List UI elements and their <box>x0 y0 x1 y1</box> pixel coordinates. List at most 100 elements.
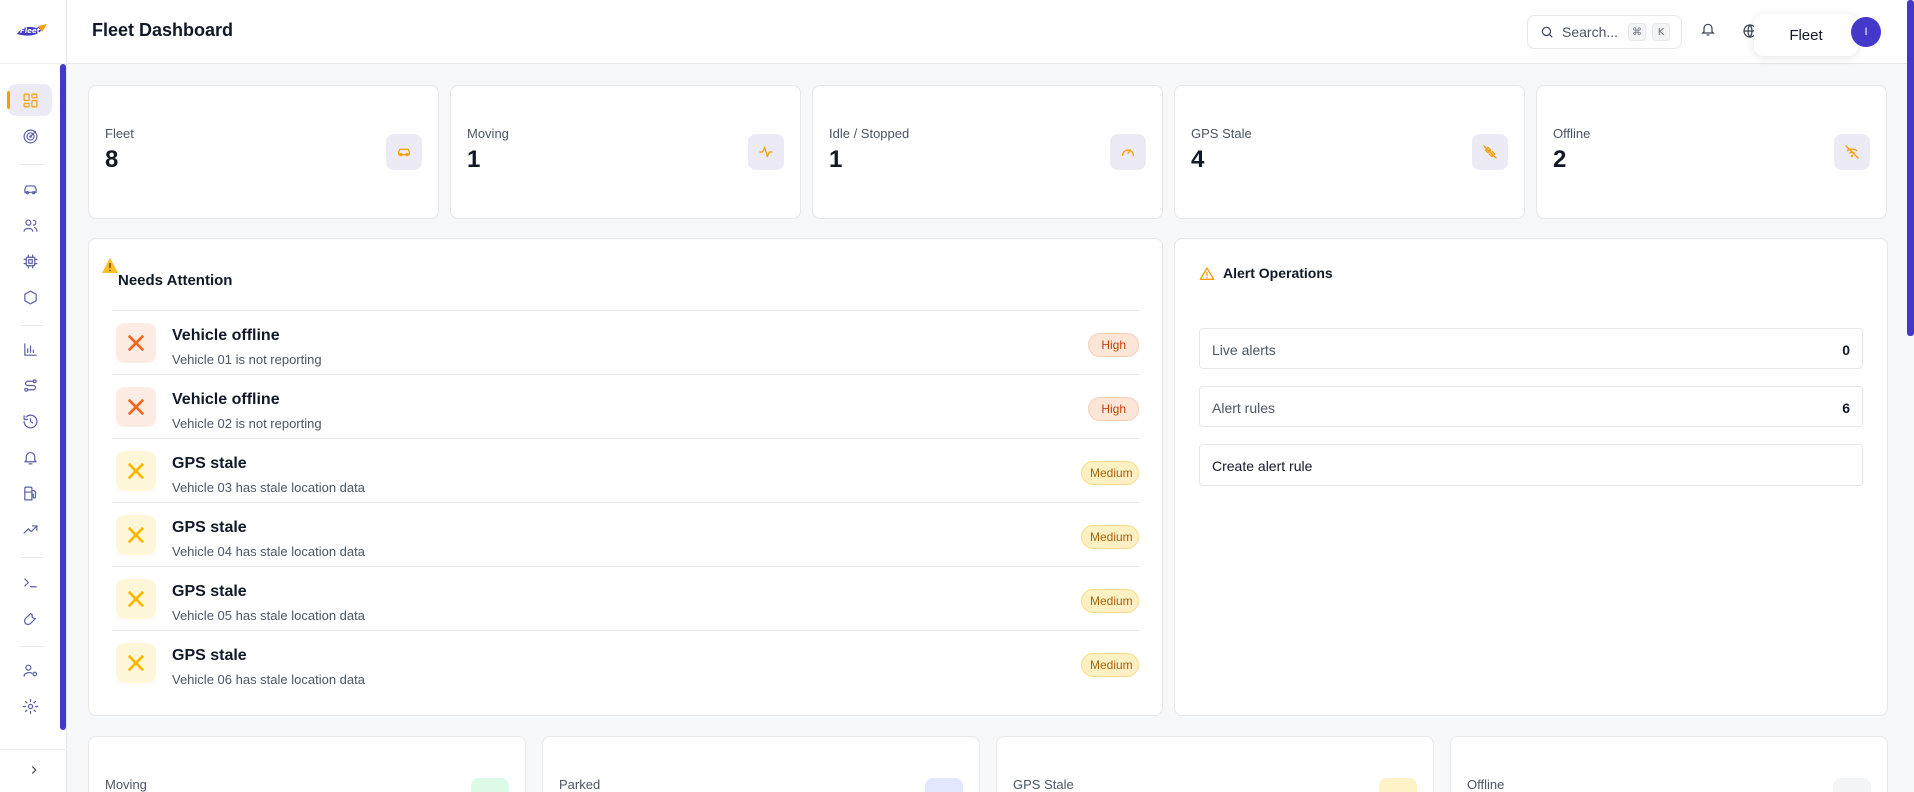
search-input[interactable]: Search... ⌘ K <box>1527 15 1682 49</box>
severity-badge: Medium <box>1081 589 1139 613</box>
gauge-icon <box>1122 149 1134 156</box>
attention-item[interactable]: Vehicle offline Vehicle 02 is not report… <box>112 374 1139 438</box>
attention-subtitle: Vehicle 01 is not reporting <box>172 352 322 367</box>
sidebar-expand-button[interactable] <box>24 760 44 780</box>
create-alert-rule-button[interactable]: Create alert rule <box>1199 444 1863 486</box>
chip-icon <box>23 254 37 268</box>
car-icon <box>398 148 410 157</box>
avatar[interactable]: I <box>1851 17 1881 47</box>
sidebar-item-alerts[interactable] <box>8 441 52 473</box>
history-icon <box>23 414 37 428</box>
alert-operations-panel: Alert Operations Live alerts 0 Alert rul… <box>1174 238 1888 716</box>
sidebar-item-drivers[interactable] <box>8 209 52 241</box>
hexagon-icon <box>23 290 37 304</box>
route-icon <box>23 378 37 392</box>
gear-icon <box>22 698 38 714</box>
sidebar-item-live-tracking[interactable] <box>8 120 52 152</box>
fuel-icon <box>23 486 36 500</box>
warning-icon <box>1199 267 1215 280</box>
car-icon <box>23 184 37 194</box>
severity-badge: Medium <box>1081 653 1139 677</box>
attention-title: GPS stale <box>172 647 247 664</box>
bar-chart-icon <box>23 342 37 356</box>
notifications-button[interactable] <box>1700 21 1718 39</box>
attention-subtitle: Vehicle 03 has stale location data <box>172 480 365 495</box>
stat-label: GPS Stale <box>1191 126 1252 141</box>
stat-icon-box <box>1110 134 1146 170</box>
stat-icon-box <box>386 134 422 170</box>
sidebar-item-console[interactable] <box>8 566 52 598</box>
severity-icon-box <box>116 451 156 491</box>
status-card-gps-stale[interactable]: GPS Stale <box>996 736 1434 792</box>
sidebar-item-settings[interactable] <box>8 690 52 722</box>
close-icon <box>128 399 144 415</box>
attention-subtitle: Vehicle 02 is not reporting <box>172 416 322 431</box>
sidebar-item-user-settings[interactable] <box>8 654 52 686</box>
sidebar-item-maintenance[interactable] <box>8 602 52 634</box>
activity-icon <box>759 146 773 158</box>
attention-title: GPS stale <box>172 583 247 600</box>
status-label: Parked <box>559 777 601 792</box>
offline-icon <box>1833 778 1871 792</box>
stat-icon-box <box>1472 134 1508 170</box>
nav-separator <box>20 325 44 326</box>
search-icon <box>1541 26 1553 38</box>
sidebar-item-fuel[interactable] <box>8 477 52 509</box>
nav-separator <box>20 646 44 647</box>
sidebar-item-geofences[interactable] <box>8 281 52 313</box>
page-title: Fleet Dashboard <box>92 20 234 40</box>
trending-icon <box>23 524 37 534</box>
attention-item[interactable]: GPS stale Vehicle 06 has stale location … <box>112 630 1139 694</box>
stat-card-gps-stale[interactable]: GPS Stale 4 <box>1174 85 1525 219</box>
bell-icon <box>23 451 37 464</box>
sidebar-item-devices[interactable] <box>8 245 52 277</box>
stat-value: 2 <box>1553 146 1567 173</box>
main-scrollbar[interactable] <box>1907 0 1914 336</box>
wrench-icon <box>23 612 36 625</box>
status-card-moving[interactable]: Moving <box>88 736 526 792</box>
sidebar-item-reports[interactable] <box>8 333 52 365</box>
attention-item[interactable]: GPS stale Vehicle 04 has stale location … <box>112 502 1139 566</box>
sidebar-item-vehicles[interactable] <box>8 173 52 205</box>
sidebar-scrollbar[interactable] <box>60 64 66 730</box>
live-alerts-row[interactable]: Live alerts 0 <box>1199 328 1863 369</box>
stat-value: 8 <box>105 146 119 173</box>
fleet-switcher[interactable]: Fleet <box>1754 14 1858 56</box>
search-placeholder: Search... <box>1562 24 1619 40</box>
status-card-parked[interactable]: Parked <box>542 736 980 792</box>
stat-card-offline[interactable]: Offline 2 <box>1536 85 1887 219</box>
status-label: Moving <box>105 777 147 792</box>
sidebar-divider <box>0 63 67 64</box>
severity-badge: High <box>1088 397 1139 421</box>
attention-title: GPS stale <box>172 519 247 536</box>
nav-separator <box>20 164 44 165</box>
attention-title: GPS stale <box>172 455 247 472</box>
attention-subtitle: Vehicle 04 has stale location data <box>172 544 365 559</box>
fleet-logo[interactable]: Fleet <box>14 20 50 42</box>
live-alerts-count: 0 <box>1842 342 1850 358</box>
chevron-right-icon <box>31 766 37 774</box>
attention-item[interactable]: GPS stale Vehicle 03 has stale location … <box>112 438 1139 502</box>
sidebar-item-dashboard[interactable] <box>7 84 52 116</box>
sidebar-divider <box>0 749 67 750</box>
stat-card-fleet[interactable]: Fleet 8 <box>88 85 439 219</box>
attention-list: Vehicle offline Vehicle 01 is not report… <box>112 310 1139 694</box>
stat-card-idle[interactable]: Idle / Stopped 1 <box>812 85 1163 219</box>
gps-stale-icon <box>1379 778 1417 792</box>
sidebar-item-routes[interactable] <box>8 369 52 401</box>
attention-title: Vehicle offline <box>172 327 280 344</box>
stat-label: Moving <box>467 126 509 141</box>
panel-title: Needs Attention <box>118 272 233 289</box>
sidebar-item-history[interactable] <box>8 405 52 437</box>
alert-rules-row[interactable]: Alert rules 6 <box>1199 386 1863 427</box>
moving-icon <box>471 778 509 792</box>
sidebar-item-analytics[interactable] <box>8 513 52 545</box>
stat-label: Idle / Stopped <box>829 126 910 141</box>
bell-icon <box>1701 23 1715 36</box>
attention-item[interactable]: Vehicle offline Vehicle 01 is not report… <box>112 310 1139 374</box>
status-card-offline[interactable]: Offline <box>1450 736 1888 792</box>
attention-item[interactable]: GPS stale Vehicle 05 has stale location … <box>112 566 1139 630</box>
stat-value: 1 <box>467 146 481 173</box>
stat-card-moving[interactable]: Moving 1 <box>450 85 801 219</box>
severity-icon-box <box>116 643 156 683</box>
